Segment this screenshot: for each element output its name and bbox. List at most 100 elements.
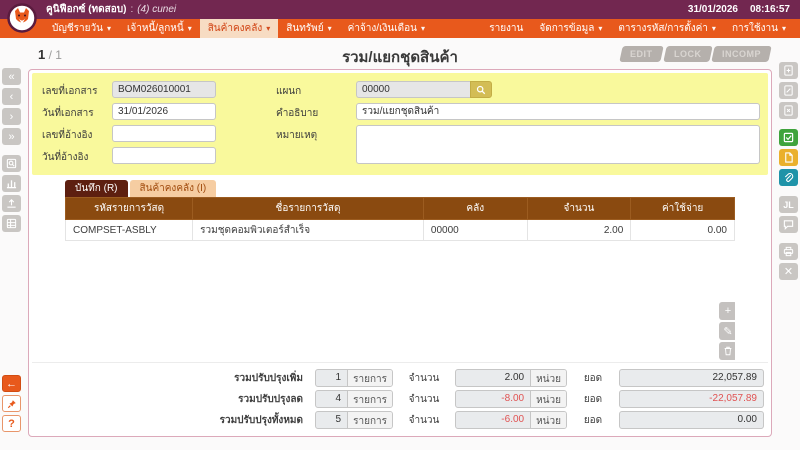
document-status-button[interactable] (779, 149, 798, 166)
right-toolbar: JL ✕ (779, 62, 798, 283)
summary-label: รวมปรับปรุงทั้งหมด (32, 413, 315, 428)
note-field[interactable] (356, 125, 760, 164)
qty-word: จำนวน (393, 371, 455, 386)
first-icon: « (8, 71, 14, 83)
search-icon (476, 85, 486, 95)
table-row[interactable]: COMPSET-ASBLY รวมชุดคอมพิวเตอร์สำเร็จ 00… (66, 220, 735, 241)
doc-date-label: วันที่เอกสาร (42, 103, 112, 121)
pencil-icon: ✎ (723, 325, 732, 338)
pin-button[interactable] (2, 395, 21, 412)
help-button[interactable]: ? (2, 415, 21, 432)
summary-label: รวมปรับปรุงลด (32, 392, 315, 407)
approve-button[interactable] (779, 129, 798, 146)
journal-link-button[interactable]: JL (779, 196, 798, 213)
row-action-buttons: + ✎ (719, 302, 735, 360)
ref-no-label: เลขที่อ้างอิง (42, 125, 112, 143)
department-search-button[interactable] (470, 81, 492, 98)
summary-row-increase: รวมปรับปรุงเพิ่ม 1 รายการ จำนวน 2.00 หน่… (32, 368, 764, 388)
question-icon: ? (8, 418, 15, 430)
previous-record-button[interactable]: ‹ (2, 88, 21, 105)
menu-reports[interactable]: รายงาน (481, 19, 531, 38)
col-quantity: จำนวน (527, 198, 631, 220)
trash-icon (723, 346, 733, 356)
summary-row-decrease: รวมปรับปรุงลด 4 รายการ จำนวน -8.00 หน่วย… (32, 389, 764, 409)
ref-date-label: วันที่อ้างอิง (42, 147, 112, 165)
paperclip-icon (783, 172, 794, 183)
bar-chart-icon (6, 178, 17, 189)
lock-state-button[interactable]: LOCK (663, 46, 712, 62)
search-document-button[interactable] (2, 155, 21, 172)
last-record-button[interactable]: » (2, 128, 21, 145)
form-right-column: แผนก คำอธิบาย หมายเหตุ (276, 81, 760, 169)
print-button[interactable] (779, 243, 798, 260)
add-row-button[interactable]: + (719, 302, 735, 320)
doc-no-label: เลขที่เอกสาร (42, 81, 112, 99)
department-group (356, 81, 492, 98)
amount-box: -22,057.89 (619, 390, 764, 408)
cell-quantity: 2.00 (527, 220, 631, 241)
chevron-down-icon: ▾ (712, 24, 716, 33)
description-field[interactable] (356, 103, 760, 120)
amount-word: ยอด (567, 413, 619, 428)
department-field[interactable] (356, 81, 470, 98)
count-box: 1 รายการ (315, 369, 393, 387)
count-unit: รายการ (347, 412, 392, 428)
count-unit: รายการ (347, 391, 392, 407)
qty-box: -8.00 หน่วย (455, 390, 567, 408)
menu-usage[interactable]: การใช้งาน ▾ (724, 19, 794, 38)
comment-icon (783, 219, 794, 230)
qty-word: จำนวน (393, 413, 455, 428)
amount-box: 0.00 (619, 411, 764, 429)
doc-date-field[interactable] (112, 103, 216, 120)
qty-box: 2.00 หน่วย (455, 369, 567, 387)
tab-inventory[interactable]: สินค้าคงคลัง (I) (130, 180, 217, 197)
cell-material-name: รวมชุดคอมพิวเตอร์สำเร็จ (193, 220, 424, 241)
chevron-down-icon: ▾ (782, 24, 786, 33)
exit-button[interactable]: ✕ (779, 263, 798, 280)
edit-document-button[interactable] (779, 82, 798, 99)
printer-icon (783, 246, 794, 257)
menu-payroll[interactable]: ค่าจ้าง/เงินเดือน ▾ (340, 19, 433, 38)
ref-no-field[interactable] (112, 125, 216, 142)
col-material-code: รหัสรายการวัสดุ (66, 198, 193, 220)
cell-expense: 0.00 (631, 220, 735, 241)
amount-word: ยอด (567, 371, 619, 386)
new-document-button[interactable] (779, 62, 798, 79)
ref-date-field[interactable] (112, 147, 216, 164)
incomp-state-button[interactable]: INCOMP (711, 46, 771, 62)
comment-button[interactable] (779, 216, 798, 233)
first-record-button[interactable]: « (2, 68, 21, 85)
count-box: 5 รายการ (315, 411, 393, 429)
chart-button[interactable] (2, 175, 21, 192)
cell-warehouse: 00000 (423, 220, 527, 241)
document-state-buttons: EDIT LOCK INCOMP (618, 46, 770, 62)
grid-view-button[interactable] (2, 215, 21, 232)
menu-payable-receivable[interactable]: เจ้าหนี้/ลูกหนี้ ▾ (119, 19, 200, 38)
menu-assets[interactable]: สินทรัพย์ ▾ (278, 19, 339, 38)
cancel-document-button[interactable] (779, 102, 798, 119)
edit-row-button[interactable]: ✎ (719, 322, 735, 340)
doc-no-field[interactable] (112, 81, 216, 98)
amount-box: 22,057.89 (619, 369, 764, 387)
check-square-icon (783, 132, 794, 143)
back-arrow-icon: ← (6, 378, 17, 390)
grid-icon (6, 218, 17, 229)
adjustment-summary: รวมปรับปรุงเพิ่ม 1 รายการ จำนวน 2.00 หน่… (32, 362, 768, 433)
journal-icon: JL (783, 200, 794, 210)
menu-code-tables-settings[interactable]: ตารางรหัส/การตั้งค่า ▾ (610, 19, 724, 38)
chevron-down-icon: ▾ (421, 24, 425, 33)
materials-table-area: รหัสรายการวัสดุ ชื่อรายการวัสดุ คลัง จำน… (65, 197, 735, 362)
upload-button[interactable] (2, 195, 21, 212)
detail-tabs: บันทึก (R) สินค้าคงคลัง (I) (65, 180, 768, 197)
back-button[interactable]: ← (2, 375, 21, 392)
menu-data-management[interactable]: จัดการข้อมูล ▾ (531, 19, 610, 38)
delete-row-button[interactable] (719, 342, 735, 360)
next-record-button[interactable]: › (2, 108, 21, 125)
menu-daily-journal[interactable]: บัญชีรายวัน ▾ (44, 19, 119, 38)
edit-state-button[interactable]: EDIT (619, 46, 663, 62)
menu-inventory[interactable]: สินค้าคงคลัง ▾ (200, 19, 279, 38)
department-label: แผนก (276, 81, 356, 99)
tab-record[interactable]: บันทึก (R) (65, 180, 128, 197)
next-icon: › (10, 111, 14, 123)
attachment-button[interactable] (779, 169, 798, 186)
